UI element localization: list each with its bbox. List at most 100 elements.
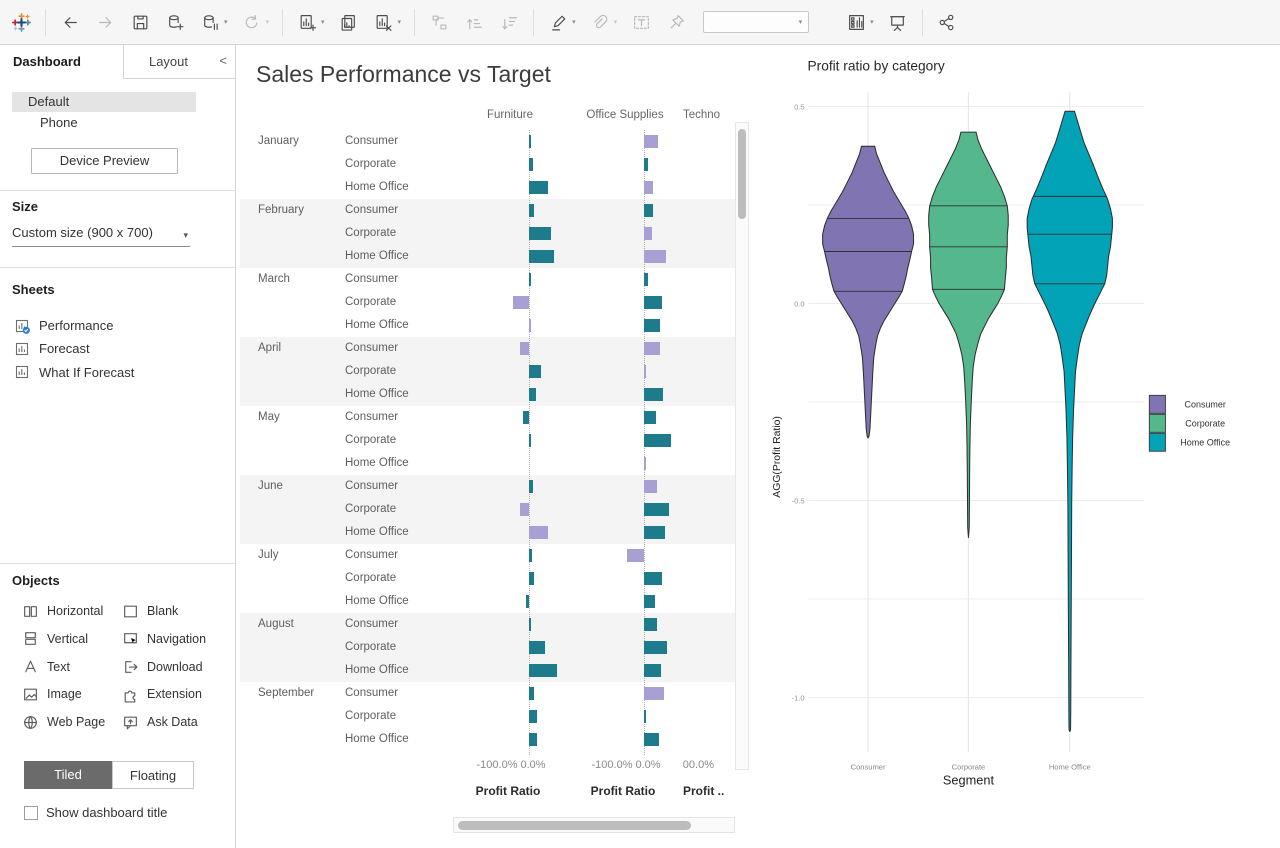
violin-home-office[interactable] (1027, 111, 1112, 731)
bar-mark[interactable] (644, 342, 660, 355)
bar-mark[interactable] (529, 181, 548, 194)
chevron-down-icon[interactable]: ▾ (224, 18, 228, 26)
tiled-button[interactable]: Tiled (24, 761, 112, 789)
object-item-blank[interactable]: Blank (122, 601, 178, 621)
object-item-download[interactable]: Download (122, 657, 203, 677)
bar-mark[interactable] (644, 204, 653, 217)
object-item-vertical[interactable]: Vertical (22, 629, 88, 649)
new-worksheet-icon[interactable] (296, 11, 318, 33)
undo-icon[interactable] (59, 11, 81, 33)
violin-consumer[interactable] (823, 146, 914, 438)
chevron-down-icon[interactable]: ▾ (572, 18, 576, 26)
chevron-down-icon[interactable]: ▾ (398, 18, 402, 26)
sort-descending-icon[interactable] (498, 11, 520, 33)
bar-mark[interactable] (529, 227, 551, 240)
legend-swatch[interactable] (1149, 395, 1165, 413)
chevron-down-icon[interactable]: ▾ (870, 18, 874, 26)
bar-mark[interactable] (529, 572, 534, 585)
bar-mark[interactable] (529, 388, 536, 401)
fit-dropdown[interactable]: ▾ (703, 11, 809, 33)
floating-button[interactable]: Floating (112, 761, 194, 789)
tab-dashboard[interactable]: Dashboard (0, 45, 123, 80)
bar-mark[interactable] (644, 411, 656, 424)
show-dashboard-title-checkbox[interactable] (24, 806, 38, 820)
device-option-default[interactable]: Default (12, 92, 196, 112)
bar-mark[interactable] (644, 641, 667, 654)
bar-mark[interactable] (644, 227, 652, 240)
bar-mark[interactable] (644, 365, 646, 378)
add-data-source-icon[interactable] (164, 11, 186, 33)
sort-ascending-icon[interactable] (463, 11, 485, 33)
bar-mark[interactable] (644, 181, 653, 194)
bar-mark[interactable] (644, 687, 664, 700)
chevron-down-icon[interactable]: ▾ (266, 18, 270, 26)
violin-corporate[interactable] (929, 132, 1009, 537)
bar-mark[interactable] (529, 158, 533, 171)
bar-mark[interactable] (644, 250, 666, 263)
bar-mark[interactable] (529, 641, 545, 654)
bar-mark[interactable] (644, 618, 657, 631)
bar-mark[interactable] (529, 434, 531, 447)
redo-icon[interactable] (94, 11, 116, 33)
bar-mark[interactable] (627, 549, 644, 562)
bar-mark[interactable] (529, 687, 534, 700)
bar-mark[interactable] (644, 158, 648, 171)
object-item-askdata[interactable]: Ask Data (122, 712, 198, 732)
bar-mark[interactable] (529, 710, 537, 723)
bar-mark[interactable] (644, 503, 669, 516)
sheet-item-performance[interactable]: Performance (14, 315, 214, 336)
size-dropdown[interactable]: Custom size (900 x 700) ▾ (12, 225, 190, 247)
device-option-phone[interactable]: Phone (12, 113, 196, 133)
bar-mark[interactable] (529, 618, 531, 631)
bar-mark[interactable] (529, 549, 532, 562)
highlight-icon[interactable] (547, 11, 569, 33)
clear-sheet-icon[interactable] (373, 11, 395, 33)
bar-mark[interactable] (644, 526, 665, 539)
legend-swatch[interactable] (1149, 414, 1165, 432)
bar-mark[interactable] (520, 342, 529, 355)
bar-mark[interactable] (529, 250, 554, 263)
bar-mark[interactable] (644, 595, 655, 608)
collapse-pane-icon[interactable]: < (219, 53, 227, 68)
bar-mark[interactable] (644, 572, 662, 585)
duplicate-sheet-icon[interactable] (338, 11, 360, 33)
bar-mark[interactable] (529, 135, 531, 148)
fix-axes-icon[interactable] (665, 11, 687, 33)
bar-mark[interactable] (523, 411, 529, 424)
device-preview-button[interactable]: Device Preview (31, 148, 178, 174)
show-hide-cards-icon[interactable] (845, 11, 867, 33)
object-item-image[interactable]: Image (22, 684, 82, 704)
pause-data-updates-icon[interactable] (199, 11, 221, 33)
bar-mark[interactable] (529, 480, 533, 493)
bar-mark[interactable] (513, 296, 529, 309)
group-members-icon[interactable] (589, 11, 611, 33)
chevron-down-icon[interactable]: ▾ (614, 18, 618, 26)
bar-mark[interactable] (644, 733, 659, 746)
bar-mark[interactable] (526, 595, 529, 608)
bar-mark[interactable] (529, 365, 541, 378)
bar-mark[interactable] (529, 273, 531, 286)
bar-mark[interactable] (529, 204, 534, 217)
bar-mark[interactable] (529, 733, 537, 746)
share-workbook-icon[interactable] (936, 11, 958, 33)
bar-mark[interactable] (529, 526, 548, 539)
bar-mark[interactable] (644, 480, 657, 493)
bar-mark[interactable] (529, 319, 531, 332)
bar-mark[interactable] (644, 296, 662, 309)
presentation-mode-icon[interactable] (887, 11, 909, 33)
bar-mark[interactable] (644, 388, 663, 401)
legend-swatch[interactable] (1149, 433, 1165, 451)
show-mark-labels-icon[interactable] (630, 11, 652, 33)
save-icon[interactable] (129, 11, 151, 33)
bar-mark[interactable] (529, 664, 557, 677)
tab-layout[interactable]: Layout (123, 45, 213, 79)
horizontal-scrollbar-thumb[interactable] (458, 821, 691, 830)
sheet-item-forecast[interactable]: Forecast (14, 338, 214, 359)
show-dashboard-title-row[interactable]: Show dashboard title (24, 805, 167, 820)
bar-mark[interactable] (644, 319, 660, 332)
sheet-item-what-if-forecast[interactable]: What If Forecast (14, 362, 214, 383)
chevron-down-icon[interactable]: ▾ (321, 18, 325, 26)
bar-mark[interactable] (644, 710, 646, 723)
bar-mark[interactable] (520, 503, 529, 516)
object-item-horizontal[interactable]: Horizontal (22, 601, 103, 621)
